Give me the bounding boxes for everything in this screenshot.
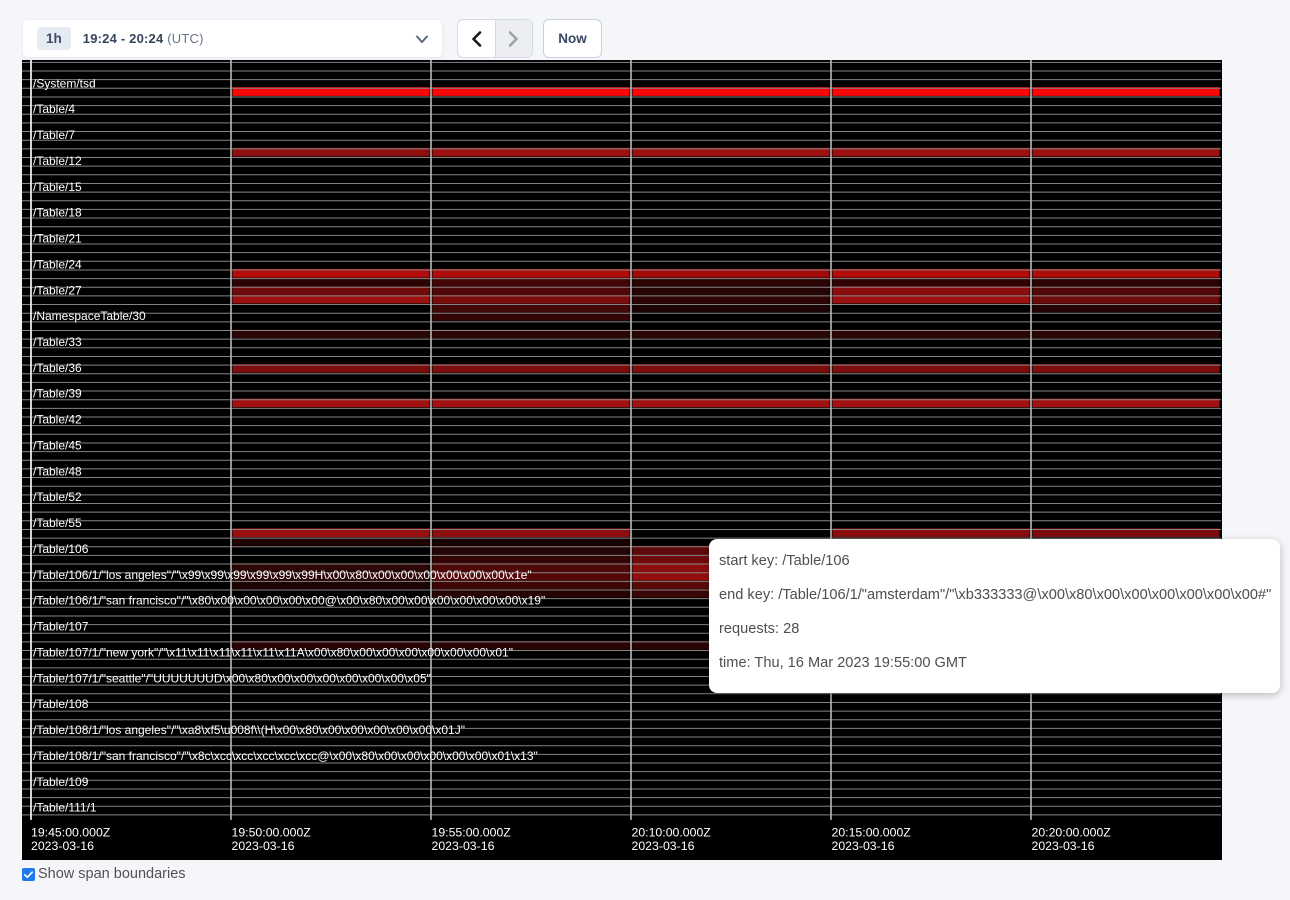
svg-text:/Table/15: /Table/15 [33, 180, 82, 194]
svg-text:/Table/111/1: /Table/111/1 [33, 801, 97, 815]
svg-text:/Table/107/1/"new york"/"\x11\: /Table/107/1/"new york"/"\x11\x11\x11\x1… [33, 645, 513, 659]
svg-text:2023-03-16: 2023-03-16 [31, 839, 94, 853]
svg-text:/Table/52: /Table/52 [33, 490, 82, 504]
svg-text:/Table/108/1/"san francisco"/": /Table/108/1/"san francisco"/"\x8c\xcc\x… [33, 749, 538, 763]
svg-text:/Table/33: /Table/33 [33, 335, 82, 349]
svg-text:/Table/39: /Table/39 [33, 387, 82, 401]
svg-text:2023-03-16: 2023-03-16 [1032, 839, 1095, 853]
svg-text:/Table/108: /Table/108 [33, 697, 89, 711]
svg-text:19:45:00.000Z: 19:45:00.000Z [31, 825, 111, 839]
svg-text:/Table/27: /Table/27 [33, 283, 82, 297]
svg-text:/Table/106: /Table/106 [33, 542, 89, 556]
svg-text:2023-03-16: 2023-03-16 [832, 839, 895, 853]
svg-text:/Table/24: /Table/24 [33, 257, 82, 271]
svg-text:2023-03-16: 2023-03-16 [632, 839, 695, 853]
svg-text:/Table/12: /Table/12 [33, 154, 82, 168]
svg-text:/Table/106/1/"san francisco"/": /Table/106/1/"san francisco"/"\x80\x00\x… [33, 594, 545, 608]
svg-text:/Table/108/1/"los angeles"/"\x: /Table/108/1/"los angeles"/"\xa8\xf5\u00… [33, 723, 465, 737]
svg-text:/Table/36: /Table/36 [33, 361, 82, 375]
svg-text:19:55:00.000Z: 19:55:00.000Z [432, 825, 512, 839]
svg-text:/NamespaceTable/30: /NamespaceTable/30 [33, 309, 146, 323]
svg-text:2023-03-16: 2023-03-16 [432, 839, 495, 853]
svg-text:/Table/106/1/"los angeles"/"\x: /Table/106/1/"los angeles"/"\x99\x99\x99… [33, 568, 532, 582]
svg-text:/Table/55: /Table/55 [33, 516, 82, 530]
svg-text:/Table/107/1/"seattle"/"UUUUUU: /Table/107/1/"seattle"/"UUUUUUUD\x00\x80… [33, 671, 431, 685]
svg-text:/System/tsd: /System/tsd [33, 76, 96, 90]
svg-text:19:50:00.000Z: 19:50:00.000Z [232, 825, 312, 839]
svg-text:20:10:00.000Z: 20:10:00.000Z [632, 825, 712, 839]
svg-text:/Table/45: /Table/45 [33, 439, 82, 453]
svg-text:/Table/21: /Table/21 [33, 232, 82, 246]
svg-text:/Table/107: /Table/107 [33, 620, 89, 634]
svg-text:/Table/4: /Table/4 [33, 102, 75, 116]
svg-text:20:20:00.000Z: 20:20:00.000Z [1032, 825, 1112, 839]
svg-text:/Table/7: /Table/7 [33, 128, 75, 142]
svg-text:/Table/48: /Table/48 [33, 464, 82, 478]
svg-text:/Table/18: /Table/18 [33, 206, 82, 220]
svg-text:/Table/109: /Table/109 [33, 775, 89, 789]
svg-text:/Table/42: /Table/42 [33, 413, 82, 427]
svg-text:20:15:00.000Z: 20:15:00.000Z [832, 825, 912, 839]
svg-text:2023-03-16: 2023-03-16 [232, 839, 295, 853]
